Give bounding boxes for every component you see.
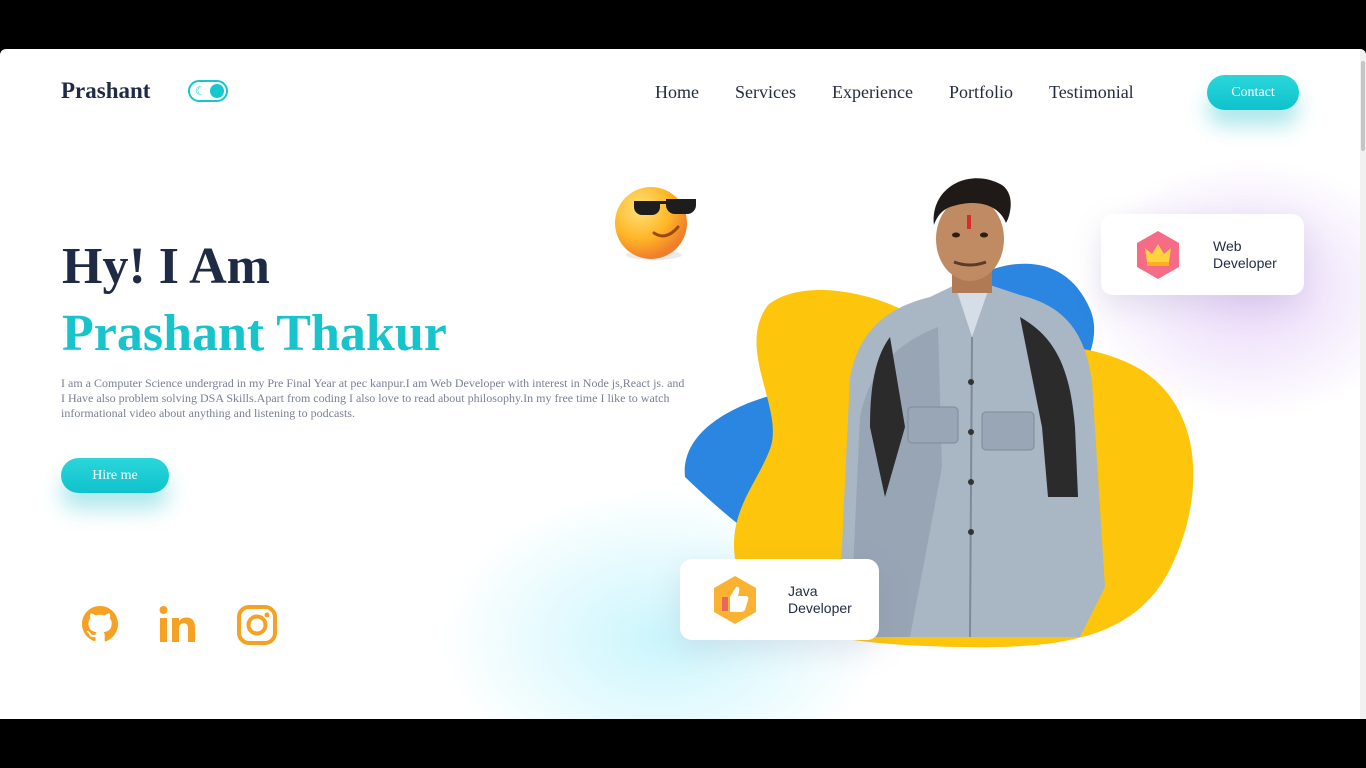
hero-greeting: Hy! I Am — [62, 238, 270, 295]
hero-bio: I am a Computer Science undergrad in my … — [61, 376, 685, 420]
nav-experience[interactable]: Experience — [832, 82, 913, 103]
nav-services[interactable]: Services — [735, 82, 796, 103]
page: Prashant ☾ Home Services Experience Port… — [0, 49, 1366, 719]
main-nav: Home Services Experience Portfolio Testi… — [655, 82, 1170, 103]
crown-icon — [1135, 230, 1181, 285]
linkedin-icon[interactable] — [158, 604, 200, 646]
thumbs-up-icon — [712, 575, 758, 630]
scrollbar-thumb[interactable] — [1361, 61, 1365, 151]
java-developer-card: Java Developer — [680, 559, 879, 640]
github-icon[interactable] — [80, 604, 120, 646]
hire-me-button[interactable]: Hire me — [61, 458, 169, 493]
nav-testimonial[interactable]: Testimonial — [1049, 82, 1134, 103]
java-developer-label: Java Developer — [788, 583, 852, 616]
web-developer-card: Web Developer — [1101, 214, 1304, 295]
contact-button[interactable]: Contact — [1207, 75, 1299, 110]
nav-home[interactable]: Home — [655, 82, 699, 103]
toggle-knob — [210, 84, 224, 98]
instagram-icon[interactable] — [236, 604, 278, 646]
brand-logo[interactable]: Prashant — [61, 78, 150, 104]
hero-name: Prashant Thakur — [62, 305, 447, 362]
scrollbar[interactable] — [1360, 49, 1366, 719]
theme-toggle[interactable]: ☾ — [188, 80, 228, 102]
web-developer-label: Web Developer — [1213, 238, 1277, 271]
nav-portfolio[interactable]: Portfolio — [949, 82, 1013, 103]
moon-icon: ☾ — [195, 84, 206, 98]
